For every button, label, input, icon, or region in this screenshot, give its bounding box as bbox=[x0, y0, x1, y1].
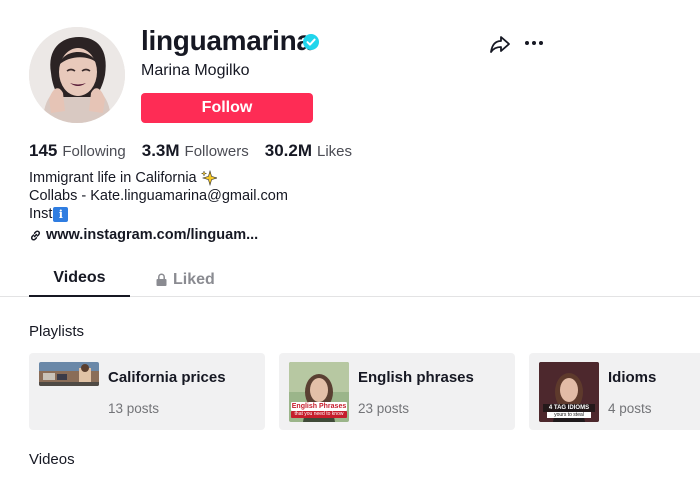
playlist-card-california-prices[interactable]: California prices 13 posts bbox=[29, 353, 265, 430]
tab-videos[interactable]: Videos bbox=[29, 262, 130, 297]
stat-value: 145 bbox=[29, 141, 58, 160]
follow-button[interactable]: Follow bbox=[141, 93, 313, 123]
playlist-title: English phrases bbox=[358, 369, 474, 386]
stat-followers[interactable]: 3.3M Followers bbox=[142, 141, 249, 161]
playlist-thumbnail: 4 TAG IDIOMS yours to steal bbox=[539, 362, 599, 422]
profile-link-text: www.instagram.com/linguam... bbox=[46, 227, 259, 243]
thumbnail-subcaption: that you need to know bbox=[294, 411, 344, 417]
bio: Immigrant life in California Collabs - K… bbox=[29, 169, 288, 223]
avatar-image bbox=[29, 27, 125, 123]
lock-icon bbox=[156, 273, 167, 286]
bio-line: Inst i bbox=[29, 205, 288, 223]
playlists-heading: Playlists bbox=[29, 323, 85, 340]
stat-label: Likes bbox=[316, 143, 353, 160]
thumbnail-subcaption: yours to steal bbox=[554, 412, 584, 418]
nickname: Marina Mogilko bbox=[141, 62, 250, 79]
videos-heading: Videos bbox=[29, 451, 75, 468]
profile-link[interactable]: www.instagram.com/linguam... bbox=[29, 227, 258, 243]
playlist-count: 23 posts bbox=[358, 401, 410, 416]
stat-following[interactable]: 145 Following bbox=[29, 141, 126, 161]
playlist-title: Idioms bbox=[608, 369, 657, 386]
info-icon: i bbox=[53, 206, 69, 222]
stat-label: Following bbox=[62, 143, 126, 160]
california-thumbnail-image bbox=[39, 362, 99, 386]
share-icon[interactable] bbox=[489, 34, 511, 54]
more-icon[interactable] bbox=[524, 37, 544, 49]
bio-line: Immigrant life in California bbox=[29, 169, 288, 187]
bio-line: Collabs - Kate.linguamarina@gmail.com bbox=[29, 187, 288, 205]
verified-badge-icon bbox=[303, 34, 319, 50]
playlist-thumbnail: English Phrases that you need to know bbox=[289, 362, 349, 422]
stat-likes: 30.2M Likes bbox=[265, 141, 352, 161]
thumbnail-caption: English Phrases bbox=[291, 403, 347, 410]
playlist-count: 4 posts bbox=[608, 401, 652, 416]
playlist-title: California prices bbox=[108, 369, 226, 386]
playlist-count: 13 posts bbox=[108, 401, 160, 416]
thumbnail-caption: 4 TAG IDIOMS bbox=[548, 405, 590, 411]
stat-value: 30.2M bbox=[264, 141, 312, 160]
tab-liked-label: Liked bbox=[173, 270, 215, 288]
playlist-thumbnail bbox=[39, 362, 99, 386]
bio-text: Immigrant life in California bbox=[29, 170, 197, 186]
playlist-card-english-phrases[interactable]: English Phrases that you need to know En… bbox=[279, 353, 515, 430]
avatar[interactable] bbox=[29, 27, 125, 123]
tab-liked[interactable]: Liked bbox=[156, 262, 215, 297]
bio-text: Collabs - Kate.linguamarina@gmail.com bbox=[29, 188, 288, 204]
stat-label: Followers bbox=[184, 143, 249, 160]
sparkles-icon bbox=[200, 170, 217, 186]
bio-text: Inst bbox=[29, 206, 53, 222]
link-icon bbox=[30, 230, 41, 240]
playlist-card-idioms[interactable]: 4 TAG IDIOMS yours to steal Idioms 4 pos… bbox=[529, 353, 700, 430]
profile-tabs: Videos Liked bbox=[0, 262, 700, 297]
stat-value: 3.3M bbox=[141, 141, 180, 160]
username: linguamarina bbox=[141, 25, 312, 56]
stats-row: 145 Following 3.3M Followers 30.2M Likes bbox=[29, 141, 368, 163]
